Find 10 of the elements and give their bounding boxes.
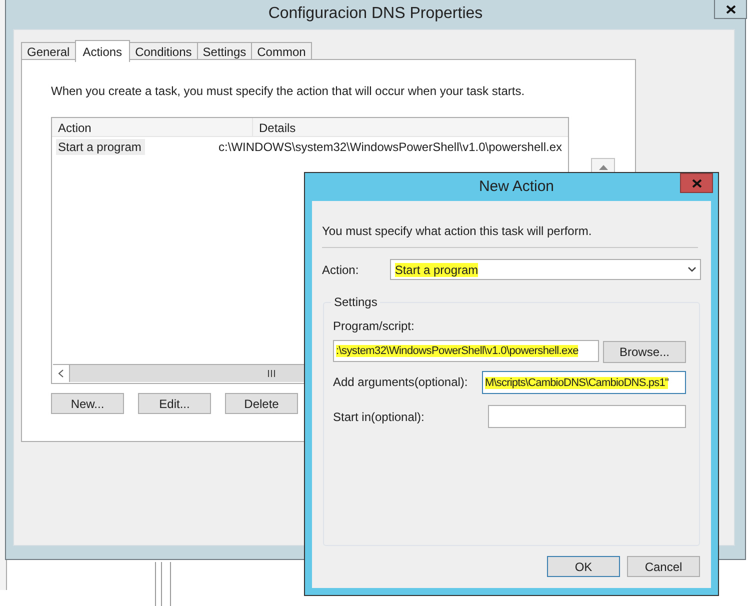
field-label: Add arguments(optional): — [333, 375, 468, 389]
description-text: When you create a task, you must specify the action that will occur when your task starts. — [51, 84, 525, 98]
table-cell-text: c:\WINDOWS\system32\WindowsPowerShell\v1.0\powershell.ex — [218, 139, 563, 155]
action-label: Action: — [322, 262, 360, 276]
dialog-title: New Action — [478, 178, 554, 195]
field-label: Program/script: — [333, 319, 414, 333]
group-title: Settings — [331, 295, 380, 309]
instruction-text: You must specify what action this task will perform. — [322, 224, 593, 238]
field-label: Start in(optional): — [333, 410, 424, 424]
window-title: Configuracion DNS Properties — [268, 4, 483, 22]
